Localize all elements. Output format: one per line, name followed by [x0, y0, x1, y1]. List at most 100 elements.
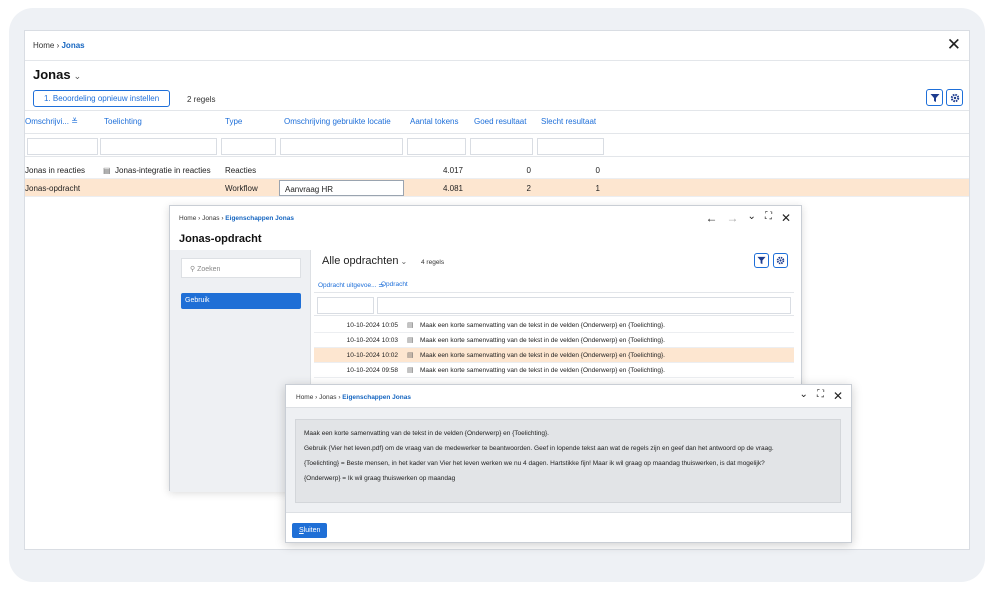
cell-toelichting: Jonas-integratie in reacties: [115, 166, 211, 175]
breadcrumb-home[interactable]: Home: [33, 41, 54, 50]
breadcrumb-separator: ›: [198, 215, 201, 222]
filter-button[interactable]: [754, 253, 769, 268]
prompt-line: {Onderwerp} = Ik wil graag thuiswerken o…: [304, 475, 456, 482]
comment-icon: ▤: [103, 166, 111, 175]
filter-input-toelichting[interactable]: [100, 138, 217, 155]
dialog-header-icons: ⌄ ⛶ ✕: [800, 389, 843, 403]
list-row[interactable]: 10-10-2024 10:03 ▤ Maak een korte samenv…: [314, 333, 794, 348]
cell-goed: 0: [526, 166, 531, 175]
close-button-label: luiten: [303, 527, 321, 534]
search-placeholder: Zoeken: [197, 266, 221, 273]
search-input[interactable]: ⚲ Zoeken: [181, 258, 301, 278]
row-count: 2 regels: [187, 95, 216, 104]
cell-opdracht: Maak een korte samenvatting van de tekst…: [420, 322, 665, 329]
prompt-line: Maak een korte samenvatting van de tekst…: [304, 430, 549, 437]
column-header-goed[interactable]: Goed resultaat: [474, 117, 526, 126]
sidebar-item-gebruik[interactable]: Gebruik: [181, 293, 301, 309]
breadcrumb-separator: ›: [315, 394, 318, 401]
cell-slecht: 0: [595, 166, 600, 175]
filter-row: [25, 133, 969, 157]
filter-icon: [757, 256, 766, 265]
filter-input-omschrijving[interactable]: [27, 138, 98, 155]
cell-omschrijving: Jonas in reacties: [25, 166, 86, 175]
panel-header-icons: ← → ⌄ ⛶ ✕: [706, 211, 791, 225]
filter-input-goed[interactable]: [470, 138, 533, 155]
dialog-body: Maak een korte samenvatting van de tekst…: [286, 407, 851, 512]
settings-button[interactable]: [773, 253, 788, 268]
column-header-locatie[interactable]: Omschrijving gebruikte locatie: [284, 117, 391, 126]
list-row[interactable]: 10-10-2024 10:05 ▤ Maak een korte samenv…: [314, 318, 794, 333]
toolbar: 1. Beoordeling opnieuw instellen 2 regel…: [25, 89, 969, 111]
cell-opdracht: Maak een korte samenvatting van de tekst…: [420, 367, 665, 374]
breadcrumb: Home › Jonas › Eigenschappen Jonas: [296, 394, 411, 401]
filter-icon: [930, 93, 939, 102]
list-title-text: Alle opdrachten: [322, 255, 399, 267]
arrow-right-icon[interactable]: →: [727, 211, 739, 225]
column-header-toelichting[interactable]: Toelichting: [104, 117, 142, 126]
breadcrumb-home[interactable]: Home: [296, 394, 313, 401]
page-title-text: Jonas: [33, 67, 71, 82]
breadcrumb-separator: ›: [338, 394, 341, 401]
breadcrumb-current[interactable]: Jonas: [61, 41, 84, 50]
cell-tokens: 4.081: [442, 184, 463, 193]
table-row-selected[interactable]: Jonas-opdracht Workflow Aanvraag HR 4.08…: [25, 179, 969, 197]
arrow-left-icon[interactable]: ←: [706, 211, 718, 225]
close-icon[interactable]: ✕: [833, 389, 843, 403]
filter-input-type[interactable]: [221, 138, 276, 155]
cell-date: 10-10-2024 09:58: [346, 367, 398, 374]
gear-icon: [950, 93, 959, 102]
cell-type: Workflow: [225, 184, 258, 193]
page-title[interactable]: Jonas ⌄: [33, 67, 81, 82]
column-header-uitgevoerd[interactable]: Opdracht uitgevoe... ⚌: [318, 281, 384, 289]
filter-input-slecht[interactable]: [537, 138, 604, 155]
gear-icon: [776, 256, 785, 265]
table-header: Omschrijvi... ≚ Toelichting Type Omschri…: [25, 117, 969, 133]
column-header-slecht[interactable]: Slecht resultaat: [541, 117, 596, 126]
list-title[interactable]: Alle opdrachten ⌄: [322, 255, 407, 267]
filter-button[interactable]: [926, 89, 943, 106]
cell-tokens: 4.017: [442, 166, 463, 175]
prompt-line: Gebruik {Vier het leven.pdf} om de vraag…: [304, 445, 774, 452]
chevron-down-icon[interactable]: ⌄: [400, 257, 407, 266]
settings-button[interactable]: [946, 89, 963, 106]
chevron-down-icon[interactable]: ⌄: [800, 389, 808, 403]
panel-title: Jonas-opdracht: [179, 233, 262, 245]
column-header-type[interactable]: Type: [225, 117, 242, 126]
cell-type: Reacties: [225, 166, 257, 175]
row-count: 4 regels: [421, 259, 445, 266]
column-header-opdracht[interactable]: Opdracht: [381, 281, 408, 288]
table-row[interactable]: Jonas in reacties ▤ Jonas-integratie in …: [25, 161, 969, 179]
breadcrumb-home[interactable]: Home: [179, 215, 196, 222]
chevron-down-icon[interactable]: ⌄: [74, 71, 82, 81]
comment-icon: ▤: [407, 367, 414, 374]
prompt-text-area[interactable]: Maak een korte samenvatting van de tekst…: [295, 419, 841, 503]
column-header-tokens[interactable]: Aantal tokens: [410, 117, 458, 126]
reset-assessment-button[interactable]: 1. Beoordeling opnieuw instellen: [33, 90, 171, 107]
cell-opdracht: Maak een korte samenvatting van de tekst…: [420, 337, 665, 344]
column-header-omschrijving[interactable]: Omschrijvi... ≚: [25, 117, 78, 126]
list-row[interactable]: 10-10-2024 09:58 ▤ Maak een korte samenv…: [314, 363, 794, 378]
chevron-down-icon[interactable]: ⌄: [748, 211, 756, 225]
expand-icon[interactable]: ⛶: [817, 389, 824, 403]
expand-icon[interactable]: ⛶: [765, 211, 772, 225]
list-row-selected[interactable]: 10-10-2024 10:02 ▤ Maak een korte samenv…: [314, 348, 794, 363]
cell-date: 10-10-2024 10:02: [346, 352, 398, 359]
filter-input-tokens[interactable]: [407, 138, 466, 155]
filter-input-uitgevoerd[interactable]: [317, 297, 374, 314]
cell-locatie-editor[interactable]: Aanvraag HR: [279, 180, 404, 196]
filter-input-locatie[interactable]: [280, 138, 403, 155]
cell-omschrijving: Jonas-opdracht: [25, 184, 81, 193]
breadcrumb-jonas[interactable]: Jonas: [202, 215, 219, 222]
detail-dialog: Home › Jonas › Eigenschappen Jonas ⌄ ⛶ ✕…: [285, 384, 852, 543]
breadcrumb-current[interactable]: Eigenschappen Jonas: [225, 215, 294, 222]
dialog-footer: Sluiten: [286, 512, 851, 544]
comment-icon: ▤: [407, 337, 414, 344]
close-button[interactable]: Sluiten: [292, 523, 328, 538]
close-icon[interactable]: ✕: [781, 211, 791, 225]
breadcrumb-current[interactable]: Eigenschappen Jonas: [342, 394, 411, 401]
breadcrumb-jonas[interactable]: Jonas: [319, 394, 336, 401]
prompt-line: {Toelichting} = Beste mensen, in het kad…: [304, 460, 765, 467]
close-icon[interactable]: ✕: [947, 35, 961, 55]
breadcrumb-separator: ›: [221, 215, 224, 222]
filter-input-opdracht[interactable]: [377, 297, 791, 314]
